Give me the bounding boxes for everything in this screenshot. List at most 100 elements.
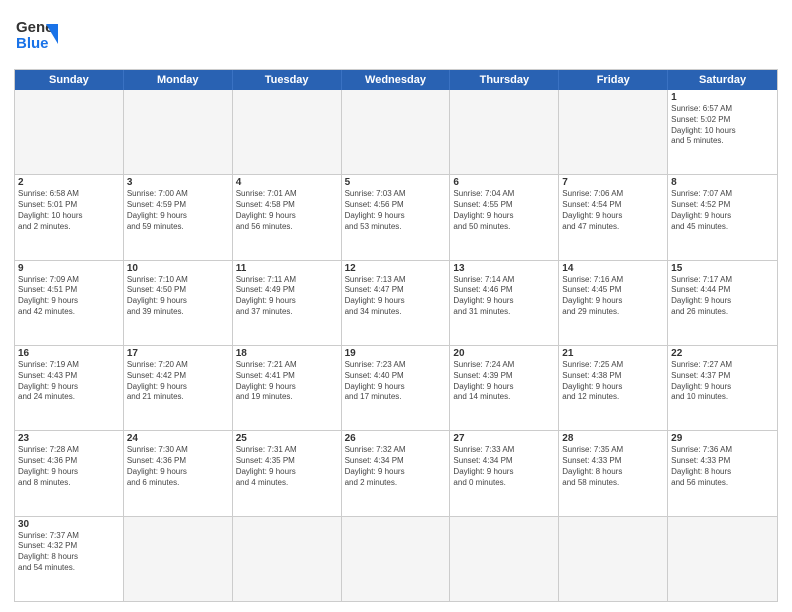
- week-row-5: 30Sunrise: 7:37 AM Sunset: 4:32 PM Dayli…: [15, 517, 777, 601]
- day-number: 14: [562, 263, 664, 274]
- day-number: 26: [345, 433, 447, 444]
- day-number: 12: [345, 263, 447, 274]
- day-info: Sunrise: 7:32 AM Sunset: 4:34 PM Dayligh…: [345, 445, 447, 488]
- day-cell-30: 30Sunrise: 7:37 AM Sunset: 4:32 PM Dayli…: [15, 517, 124, 601]
- day-info: Sunrise: 7:36 AM Sunset: 4:33 PM Dayligh…: [671, 445, 774, 488]
- day-cell-19: 19Sunrise: 7:23 AM Sunset: 4:40 PM Dayli…: [342, 346, 451, 430]
- day-info: Sunrise: 7:33 AM Sunset: 4:34 PM Dayligh…: [453, 445, 555, 488]
- day-info: Sunrise: 7:21 AM Sunset: 4:41 PM Dayligh…: [236, 360, 338, 403]
- day-cell-9: 9Sunrise: 7:09 AM Sunset: 4:51 PM Daylig…: [15, 261, 124, 345]
- day-cell-28: 28Sunrise: 7:35 AM Sunset: 4:33 PM Dayli…: [559, 431, 668, 515]
- day-cell-empty: [450, 517, 559, 601]
- day-info: Sunrise: 7:23 AM Sunset: 4:40 PM Dayligh…: [345, 360, 447, 403]
- day-number: 7: [562, 177, 664, 188]
- header: General Blue: [14, 12, 778, 61]
- day-number: 20: [453, 348, 555, 359]
- day-number: 8: [671, 177, 774, 188]
- day-cell-empty: [233, 90, 342, 174]
- day-info: Sunrise: 6:58 AM Sunset: 5:01 PM Dayligh…: [18, 189, 120, 232]
- day-number: 19: [345, 348, 447, 359]
- day-cell-24: 24Sunrise: 7:30 AM Sunset: 4:36 PM Dayli…: [124, 431, 233, 515]
- day-number: 22: [671, 348, 774, 359]
- day-number: 23: [18, 433, 120, 444]
- day-header-tuesday: Tuesday: [233, 70, 342, 90]
- day-info: Sunrise: 7:30 AM Sunset: 4:36 PM Dayligh…: [127, 445, 229, 488]
- day-info: Sunrise: 7:25 AM Sunset: 4:38 PM Dayligh…: [562, 360, 664, 403]
- day-cell-27: 27Sunrise: 7:33 AM Sunset: 4:34 PM Dayli…: [450, 431, 559, 515]
- day-header-friday: Friday: [559, 70, 668, 90]
- day-info: Sunrise: 7:01 AM Sunset: 4:58 PM Dayligh…: [236, 189, 338, 232]
- day-cell-6: 6Sunrise: 7:04 AM Sunset: 4:55 PM Daylig…: [450, 175, 559, 259]
- day-header-thursday: Thursday: [450, 70, 559, 90]
- day-cell-empty: [15, 90, 124, 174]
- day-cell-29: 29Sunrise: 7:36 AM Sunset: 4:33 PM Dayli…: [668, 431, 777, 515]
- day-info: Sunrise: 7:16 AM Sunset: 4:45 PM Dayligh…: [562, 275, 664, 318]
- day-cell-14: 14Sunrise: 7:16 AM Sunset: 4:45 PM Dayli…: [559, 261, 668, 345]
- day-number: 1: [671, 92, 774, 103]
- day-cell-25: 25Sunrise: 7:31 AM Sunset: 4:35 PM Dayli…: [233, 431, 342, 515]
- day-cell-17: 17Sunrise: 7:20 AM Sunset: 4:42 PM Dayli…: [124, 346, 233, 430]
- day-number: 15: [671, 263, 774, 274]
- day-info: Sunrise: 7:19 AM Sunset: 4:43 PM Dayligh…: [18, 360, 120, 403]
- svg-text:Blue: Blue: [16, 35, 49, 52]
- day-cell-2: 2Sunrise: 6:58 AM Sunset: 5:01 PM Daylig…: [15, 175, 124, 259]
- day-cell-3: 3Sunrise: 7:00 AM Sunset: 4:59 PM Daylig…: [124, 175, 233, 259]
- day-cell-7: 7Sunrise: 7:06 AM Sunset: 4:54 PM Daylig…: [559, 175, 668, 259]
- day-number: 6: [453, 177, 555, 188]
- day-number: 21: [562, 348, 664, 359]
- day-info: Sunrise: 7:35 AM Sunset: 4:33 PM Dayligh…: [562, 445, 664, 488]
- day-number: 30: [18, 519, 120, 530]
- day-number: 9: [18, 263, 120, 274]
- day-cell-empty: [342, 90, 451, 174]
- day-info: Sunrise: 7:20 AM Sunset: 4:42 PM Dayligh…: [127, 360, 229, 403]
- day-headers-row: SundayMondayTuesdayWednesdayThursdayFrid…: [15, 70, 777, 90]
- day-info: Sunrise: 7:37 AM Sunset: 4:32 PM Dayligh…: [18, 531, 120, 574]
- day-info: Sunrise: 7:24 AM Sunset: 4:39 PM Dayligh…: [453, 360, 555, 403]
- day-info: Sunrise: 7:03 AM Sunset: 4:56 PM Dayligh…: [345, 189, 447, 232]
- day-number: 28: [562, 433, 664, 444]
- day-cell-4: 4Sunrise: 7:01 AM Sunset: 4:58 PM Daylig…: [233, 175, 342, 259]
- week-row-1: 2Sunrise: 6:58 AM Sunset: 5:01 PM Daylig…: [15, 175, 777, 260]
- day-cell-22: 22Sunrise: 7:27 AM Sunset: 4:37 PM Dayli…: [668, 346, 777, 430]
- day-number: 24: [127, 433, 229, 444]
- logo-icon: General Blue: [14, 12, 58, 61]
- page: General Blue SundayMondayTuesdayWednesda…: [0, 0, 792, 612]
- day-header-saturday: Saturday: [668, 70, 777, 90]
- logo: General Blue: [14, 12, 58, 61]
- day-number: 17: [127, 348, 229, 359]
- week-row-2: 9Sunrise: 7:09 AM Sunset: 4:51 PM Daylig…: [15, 261, 777, 346]
- day-cell-empty: [559, 517, 668, 601]
- day-cell-empty: [233, 517, 342, 601]
- day-cell-20: 20Sunrise: 7:24 AM Sunset: 4:39 PM Dayli…: [450, 346, 559, 430]
- day-cell-5: 5Sunrise: 7:03 AM Sunset: 4:56 PM Daylig…: [342, 175, 451, 259]
- day-number: 25: [236, 433, 338, 444]
- day-number: 2: [18, 177, 120, 188]
- day-cell-empty: [124, 517, 233, 601]
- day-info: Sunrise: 7:31 AM Sunset: 4:35 PM Dayligh…: [236, 445, 338, 488]
- day-cell-empty: [124, 90, 233, 174]
- day-cell-21: 21Sunrise: 7:25 AM Sunset: 4:38 PM Dayli…: [559, 346, 668, 430]
- day-info: Sunrise: 7:04 AM Sunset: 4:55 PM Dayligh…: [453, 189, 555, 232]
- day-number: 5: [345, 177, 447, 188]
- day-cell-26: 26Sunrise: 7:32 AM Sunset: 4:34 PM Dayli…: [342, 431, 451, 515]
- day-info: Sunrise: 7:10 AM Sunset: 4:50 PM Dayligh…: [127, 275, 229, 318]
- day-number: 27: [453, 433, 555, 444]
- day-cell-empty: [559, 90, 668, 174]
- day-number: 18: [236, 348, 338, 359]
- day-info: Sunrise: 7:11 AM Sunset: 4:49 PM Dayligh…: [236, 275, 338, 318]
- day-info: Sunrise: 7:00 AM Sunset: 4:59 PM Dayligh…: [127, 189, 229, 232]
- day-cell-11: 11Sunrise: 7:11 AM Sunset: 4:49 PM Dayli…: [233, 261, 342, 345]
- day-number: 11: [236, 263, 338, 274]
- week-row-3: 16Sunrise: 7:19 AM Sunset: 4:43 PM Dayli…: [15, 346, 777, 431]
- week-row-4: 23Sunrise: 7:28 AM Sunset: 4:36 PM Dayli…: [15, 431, 777, 516]
- week-row-0: 1Sunrise: 6:57 AM Sunset: 5:02 PM Daylig…: [15, 90, 777, 175]
- day-number: 10: [127, 263, 229, 274]
- day-cell-13: 13Sunrise: 7:14 AM Sunset: 4:46 PM Dayli…: [450, 261, 559, 345]
- day-cell-18: 18Sunrise: 7:21 AM Sunset: 4:41 PM Dayli…: [233, 346, 342, 430]
- day-cell-8: 8Sunrise: 7:07 AM Sunset: 4:52 PM Daylig…: [668, 175, 777, 259]
- day-cell-15: 15Sunrise: 7:17 AM Sunset: 4:44 PM Dayli…: [668, 261, 777, 345]
- day-info: Sunrise: 7:27 AM Sunset: 4:37 PM Dayligh…: [671, 360, 774, 403]
- day-cell-empty: [450, 90, 559, 174]
- day-number: 4: [236, 177, 338, 188]
- day-info: Sunrise: 7:17 AM Sunset: 4:44 PM Dayligh…: [671, 275, 774, 318]
